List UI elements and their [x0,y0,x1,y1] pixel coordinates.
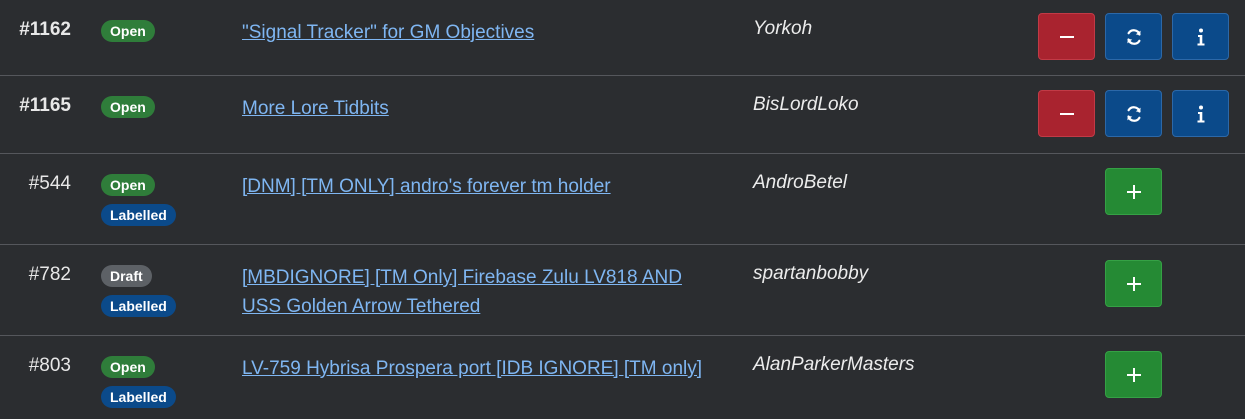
status-badge: Open [101,96,155,118]
refresh-icon [1126,105,1141,122]
add-button[interactable] [1105,168,1162,215]
pr-number: #803 [28,355,71,376]
status-badge: Open [101,20,155,42]
refresh-button[interactable] [1105,13,1162,60]
pr-author: spartanbobby [753,263,869,284]
info-icon [1197,105,1204,122]
pr-author: BisLordLoko [753,94,859,115]
status-badge: Open [101,356,155,378]
table-row: #544 Open Labelled [DNM] [TM ONLY] andro… [0,154,1245,245]
pr-title-link[interactable]: More Lore Tidbits [242,94,722,123]
table-row: #1162 Open "Signal Tracker" for GM Objec… [0,0,1245,76]
add-button[interactable] [1105,260,1162,307]
badge-group: Open Labelled [101,174,181,234]
pr-title-link[interactable]: LV-759 Hybrisa Prospera port [IDB IGNORE… [242,354,722,383]
pr-author: Yorkoh [753,18,813,39]
minus-icon [1059,112,1074,115]
add-button[interactable] [1105,351,1162,398]
refresh-button[interactable] [1105,90,1162,137]
table-row: #803 Open Labelled LV-759 Hybrisa Prospe… [0,336,1245,419]
pr-number: #544 [28,173,71,194]
pr-number: #1165 [19,95,71,116]
pr-title-link[interactable]: "Signal Tracker" for GM Objectives [242,18,722,47]
minus-icon [1059,35,1074,38]
refresh-icon [1126,28,1141,45]
badge-group: Open Labelled [101,356,181,416]
info-icon [1197,28,1204,45]
badge-group: Open [101,20,181,50]
remove-button[interactable] [1038,13,1095,60]
badge-group: Open [101,96,181,126]
labelled-badge: Labelled [101,386,176,408]
remove-button[interactable] [1038,90,1095,137]
pr-author: AndroBetel [753,172,848,193]
info-button[interactable] [1172,90,1229,137]
badge-group: Draft Labelled [101,265,181,325]
plus-icon [1126,184,1141,199]
labelled-badge: Labelled [101,204,176,226]
pr-number: #782 [28,264,71,285]
info-button[interactable] [1172,13,1229,60]
pr-table: #1162 Open "Signal Tracker" for GM Objec… [0,0,1245,419]
plus-icon [1126,367,1141,382]
labelled-badge: Labelled [101,295,176,317]
plus-icon [1126,276,1141,291]
status-badge: Open [101,174,155,196]
pr-title-link[interactable]: [MBDIGNORE] [TM Only] Firebase Zulu LV81… [242,263,722,321]
status-badge: Draft [101,265,152,287]
pr-title-link[interactable]: [DNM] [TM ONLY] andro's forever tm holde… [242,172,722,201]
pr-number: #1162 [19,19,71,40]
pr-author: AlanParkerMasters [753,354,915,375]
table-row: #1165 Open More Lore Tidbits BisLordLoko [0,76,1245,154]
table-row: #782 Draft Labelled [MBDIGNORE] [TM Only… [0,245,1245,336]
